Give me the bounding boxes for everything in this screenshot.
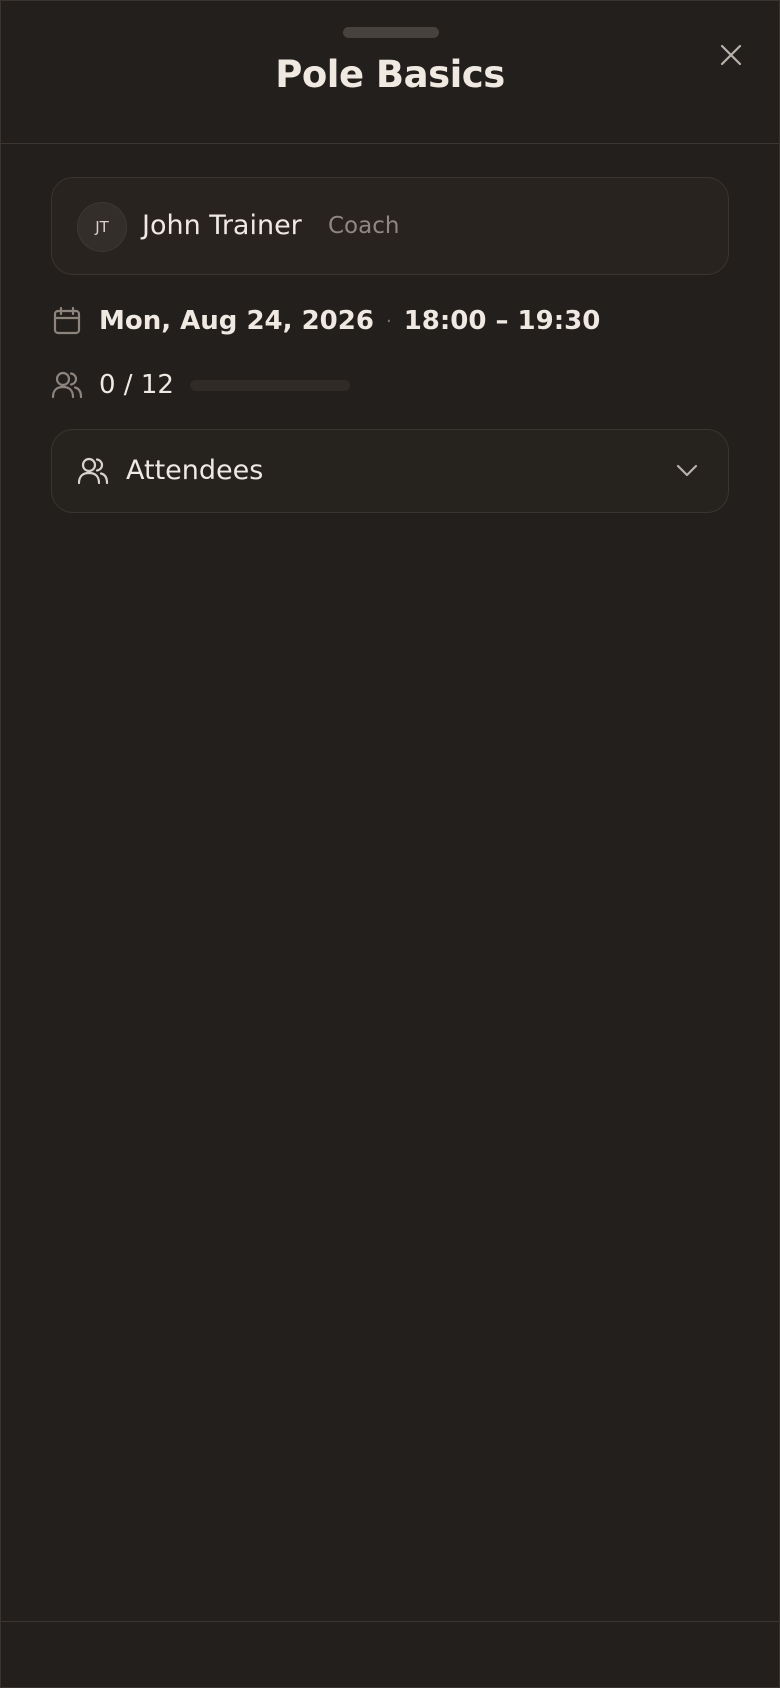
header-divider xyxy=(1,143,779,144)
page-title: Pole Basics xyxy=(275,53,505,96)
users-icon xyxy=(51,369,83,401)
chevron-down-icon[interactable] xyxy=(672,456,702,486)
avatar: JT xyxy=(77,202,127,252)
class-time: 18:00 – 19:30 xyxy=(403,306,601,336)
class-date: Mon, Aug 24, 2026 xyxy=(99,306,374,336)
class-detail-sheet: Pole Basics JT John Trainer Coach Mon, A… xyxy=(0,0,780,1688)
close-icon xyxy=(720,44,742,66)
coach-card[interactable]: JT John Trainer Coach xyxy=(51,177,729,275)
capacity-count: 0 / 12 xyxy=(99,370,174,400)
capacity-row: 0 / 12 xyxy=(51,365,350,405)
schedule-row: Mon, Aug 24, 2026 · 18:00 – 19:30 xyxy=(51,301,600,341)
attendees-accordion[interactable]: Attendees xyxy=(51,429,729,513)
date-time-separator: · xyxy=(385,310,392,332)
footer-divider xyxy=(1,1621,779,1622)
capacity-progress-bar xyxy=(189,379,350,391)
coach-name: John Trainer xyxy=(142,210,302,241)
users-icon xyxy=(76,454,110,488)
coach-role: Coach xyxy=(328,213,400,239)
calendar-icon xyxy=(51,305,83,337)
close-button[interactable] xyxy=(709,33,753,77)
attendees-label: Attendees xyxy=(126,455,264,486)
sheet-grabber-handle[interactable] xyxy=(343,27,439,38)
